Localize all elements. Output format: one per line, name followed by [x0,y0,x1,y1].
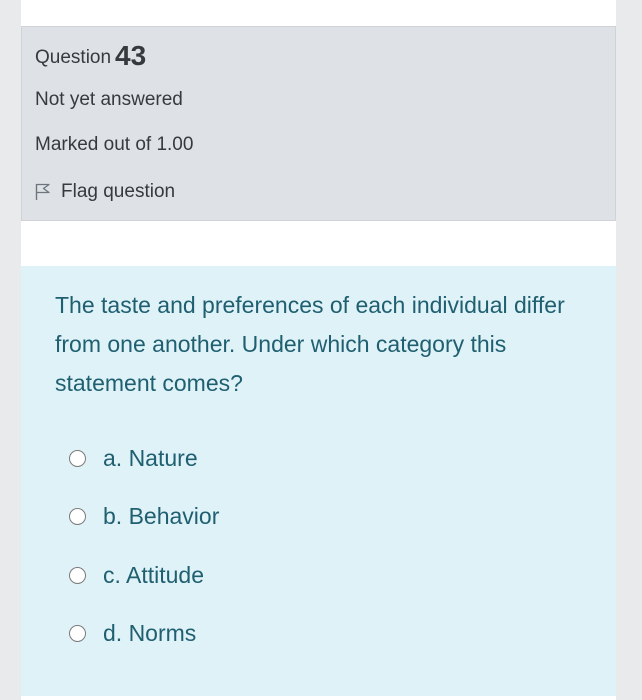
question-state: Not yet answered [35,89,183,110]
answer-label-d: d. Norms [103,620,197,647]
answer-options: a. Nature b. Behavior c. Attitude d. Nor… [69,437,219,671]
question-number-heading: Question 43 [35,40,146,72]
flag-question-button[interactable]: Flag question [35,179,175,205]
radio-button-d[interactable] [69,625,86,643]
question-text: The taste and preferences of each indivi… [55,292,565,396]
answer-option-b[interactable]: b. Behavior [69,496,219,538]
answer-label-c: c. Attitude [103,561,205,588]
answer-option-a[interactable]: a. Nature [69,437,219,479]
radio-button-c[interactable] [69,566,86,584]
quiz-page: Question 43 Not yet answered Marked out o… [21,0,616,700]
radio-button-b[interactable] [69,508,86,526]
answer-label-a: a. Nature [103,444,198,471]
answer-label-b: b. Behavior [103,503,220,530]
radio-button-a[interactable] [69,449,86,467]
question-label: Question [35,47,112,68]
question-grade: Marked out of 1.00 [35,134,194,155]
question-number: 43 [115,40,147,71]
answer-option-d[interactable]: d. Norms [69,613,219,655]
flag-question-label: Flag question [61,181,176,202]
flag-outline-icon [35,183,50,200]
answer-option-c[interactable]: c. Attitude [69,554,219,596]
